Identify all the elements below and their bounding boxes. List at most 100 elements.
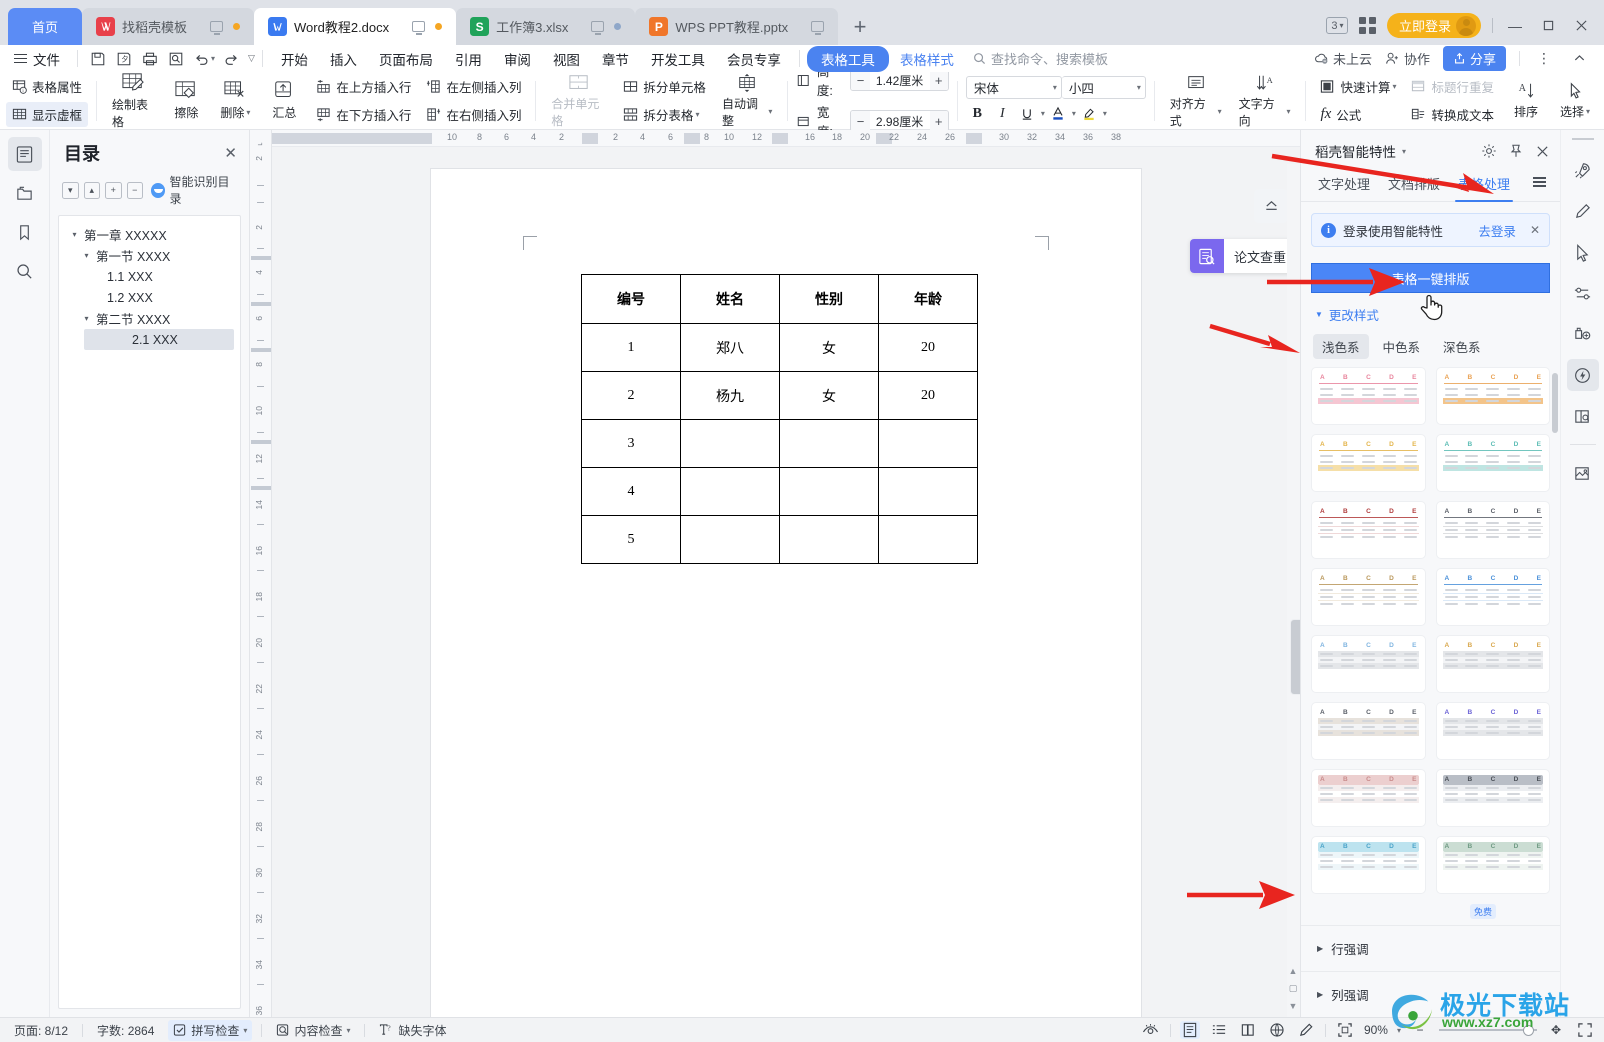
- col-emphasis-header[interactable]: ▶ 列强调: [1301, 972, 1560, 1017]
- table-style-thumbnail[interactable]: ABCDE: [1436, 367, 1551, 425]
- chevron-down-icon[interactable]: ▾: [1402, 147, 1406, 156]
- insert-row-above-button[interactable]: 在上方插入行: [310, 74, 417, 99]
- thumbnail-icon[interactable]: [8, 176, 42, 210]
- toc-list[interactable]: ▾ 第一章 XXXXX ▾ 第一节 XXXX 1.1 XXX 1.2 XXX ▾…: [58, 215, 241, 1009]
- plagiarism-check-button[interactable]: 论文查重: [1190, 239, 1296, 273]
- monitor-icon[interactable]: [591, 21, 604, 32]
- word-count[interactable]: 字数: 2864: [92, 1020, 159, 1041]
- repeat-header-button[interactable]: 标题行重复: [1405, 74, 1500, 99]
- split-cells-button[interactable]: 拆分单元格: [617, 74, 712, 99]
- table-cell[interactable]: 20: [879, 324, 978, 372]
- horizontal-ruler[interactable]: 10 8 6 4 2 2 4 6 8 10 12 16 18 20 22 24: [272, 130, 1300, 147]
- table-cell[interactable]: [879, 516, 978, 564]
- table-row[interactable]: 4: [582, 468, 978, 516]
- menu-item-references[interactable]: 引用: [444, 46, 493, 72]
- italic-button[interactable]: I: [991, 102, 1014, 125]
- monitor-icon[interactable]: [412, 21, 425, 32]
- scrollbar-thumb[interactable]: [1290, 619, 1300, 695]
- style-gallery[interactable]: ABCDEABCDEABCDEABCDEABCDEABCDEABCDEABCDE…: [1301, 367, 1560, 925]
- table-header-cell[interactable]: 性别: [780, 275, 879, 324]
- table-row[interactable]: 5: [582, 516, 978, 564]
- rocket-icon[interactable]: [1567, 154, 1599, 186]
- width-decrement[interactable]: −: [851, 111, 869, 131]
- menu-item-table-style[interactable]: 表格样式: [889, 46, 965, 72]
- table-properties-button[interactable]: i 表格属性: [6, 74, 88, 99]
- new-tab-button[interactable]: +: [844, 11, 876, 43]
- content-check-button[interactable]: 内容检查 ▾: [271, 1020, 355, 1041]
- gallery-scrollbar-thumb[interactable]: [1552, 373, 1558, 433]
- monitor-icon[interactable]: [811, 21, 824, 32]
- maximize-button[interactable]: [1537, 17, 1559, 35]
- table-cell[interactable]: 2: [582, 372, 681, 420]
- fullscreen-icon[interactable]: [1575, 1021, 1595, 1039]
- highlight-button[interactable]: [1078, 102, 1101, 125]
- missing-font-button[interactable]: ? 缺失字体: [374, 1020, 451, 1041]
- table-row[interactable]: 1 郑八 女 20: [582, 324, 978, 372]
- col-emphasis-section[interactable]: ▶ 列强调: [1301, 971, 1560, 1017]
- collaborate-button[interactable]: 协作: [1385, 49, 1430, 68]
- go-login-link[interactable]: 去登录: [1478, 221, 1516, 240]
- toc-item-5[interactable]: 2.1 XXX: [84, 329, 234, 350]
- image-icon[interactable]: [1567, 457, 1599, 489]
- menu-item-insert[interactable]: 插入: [319, 46, 368, 72]
- more-options-icon[interactable]: ⋮: [1533, 50, 1555, 68]
- table-cell[interactable]: [780, 516, 879, 564]
- menu-item-view[interactable]: 视图: [542, 46, 591, 72]
- login-button[interactable]: 立即登录: [1387, 13, 1481, 38]
- draw-table-button[interactable]: 绘制表格: [105, 70, 160, 132]
- chevron-down-icon[interactable]: ▾: [69, 230, 80, 239]
- width-stepper[interactable]: − 2.98厘米 +: [850, 110, 949, 132]
- table-style-thumbnail[interactable]: ABCDE: [1436, 434, 1551, 492]
- table-cell[interactable]: [879, 420, 978, 468]
- page-viewport[interactable]: 编号 姓名 性别 年龄 1 郑八 女 20 2: [272, 147, 1300, 1017]
- collapse-panel-button[interactable]: [1254, 189, 1288, 223]
- table-cell[interactable]: 5: [582, 516, 681, 564]
- sort-button[interactable]: A 排序: [1503, 79, 1549, 122]
- insert-col-left-button[interactable]: 在左侧插入列: [420, 74, 527, 99]
- stamp-icon[interactable]: [1567, 318, 1599, 350]
- table-cell[interactable]: 杨九: [681, 372, 780, 420]
- table-cell[interactable]: [780, 468, 879, 516]
- search-icon[interactable]: [8, 254, 42, 288]
- table-cell[interactable]: 郑八: [681, 324, 780, 372]
- row-emphasis-section[interactable]: ▶ 行强调: [1301, 925, 1560, 971]
- table-style-thumbnail[interactable]: ABCDE: [1311, 367, 1426, 425]
- cursor-icon[interactable]: [1567, 236, 1599, 268]
- expand-plus-icon[interactable]: +: [105, 182, 122, 199]
- share-button[interactable]: 分享: [1443, 46, 1506, 71]
- table-cell[interactable]: 1: [582, 324, 681, 372]
- file-menu-button[interactable]: 文件: [10, 49, 70, 69]
- font-size-select[interactable]: 小四▾: [1062, 76, 1146, 99]
- minimize-button[interactable]: —: [1504, 17, 1526, 35]
- formula-button[interactable]: fx 公式: [1314, 102, 1402, 127]
- quick-calc-button[interactable]: 快速计算▾: [1314, 74, 1402, 99]
- tab-ppt-doc[interactable]: P WPS PPT教程.pptx: [635, 8, 838, 45]
- tone-light[interactable]: 浅色系: [1313, 334, 1369, 359]
- page-nav-buttons[interactable]: ▲ ▢ ▼: [1287, 966, 1299, 1011]
- select-button[interactable]: 选择▾: [1552, 79, 1598, 122]
- split-table-button[interactable]: 拆分表格▾: [617, 102, 712, 127]
- table-style-thumbnail[interactable]: ABCDE: [1436, 635, 1551, 693]
- collapse-minus-icon[interactable]: −: [127, 182, 144, 199]
- height-increment[interactable]: +: [930, 70, 948, 90]
- table-style-thumbnail[interactable]: ABCDE: [1436, 568, 1551, 626]
- save-as-icon[interactable]: 夕: [111, 48, 137, 70]
- eye-icon[interactable]: [1141, 1021, 1161, 1039]
- bold-button[interactable]: B: [966, 102, 989, 125]
- row-emphasis-header[interactable]: ▶ 行强调: [1301, 926, 1560, 971]
- toc-item-4[interactable]: ▾ 第二节 XXXX: [59, 308, 240, 329]
- table-cell[interactable]: 20: [879, 372, 978, 420]
- height-value[interactable]: 1.42厘米: [870, 72, 930, 89]
- tab-count-badge[interactable]: 3▾: [1326, 17, 1348, 34]
- gear-icon[interactable]: [1481, 143, 1497, 159]
- table-cell[interactable]: [681, 468, 780, 516]
- tab-table-processing[interactable]: 表格处理: [1449, 169, 1519, 201]
- table-style-thumbnail[interactable]: ABCDE: [1436, 501, 1551, 559]
- menu-item-member[interactable]: 会员专享: [716, 46, 792, 72]
- zoom-level[interactable]: 90%: [1364, 1023, 1388, 1037]
- width-increment[interactable]: +: [930, 111, 948, 131]
- menu-item-page-layout[interactable]: 页面布局: [368, 46, 444, 72]
- panel-menu-icon[interactable]: [1533, 177, 1552, 193]
- chevron-down-icon[interactable]: ▾: [81, 314, 92, 323]
- bookmark-icon[interactable]: [8, 215, 42, 249]
